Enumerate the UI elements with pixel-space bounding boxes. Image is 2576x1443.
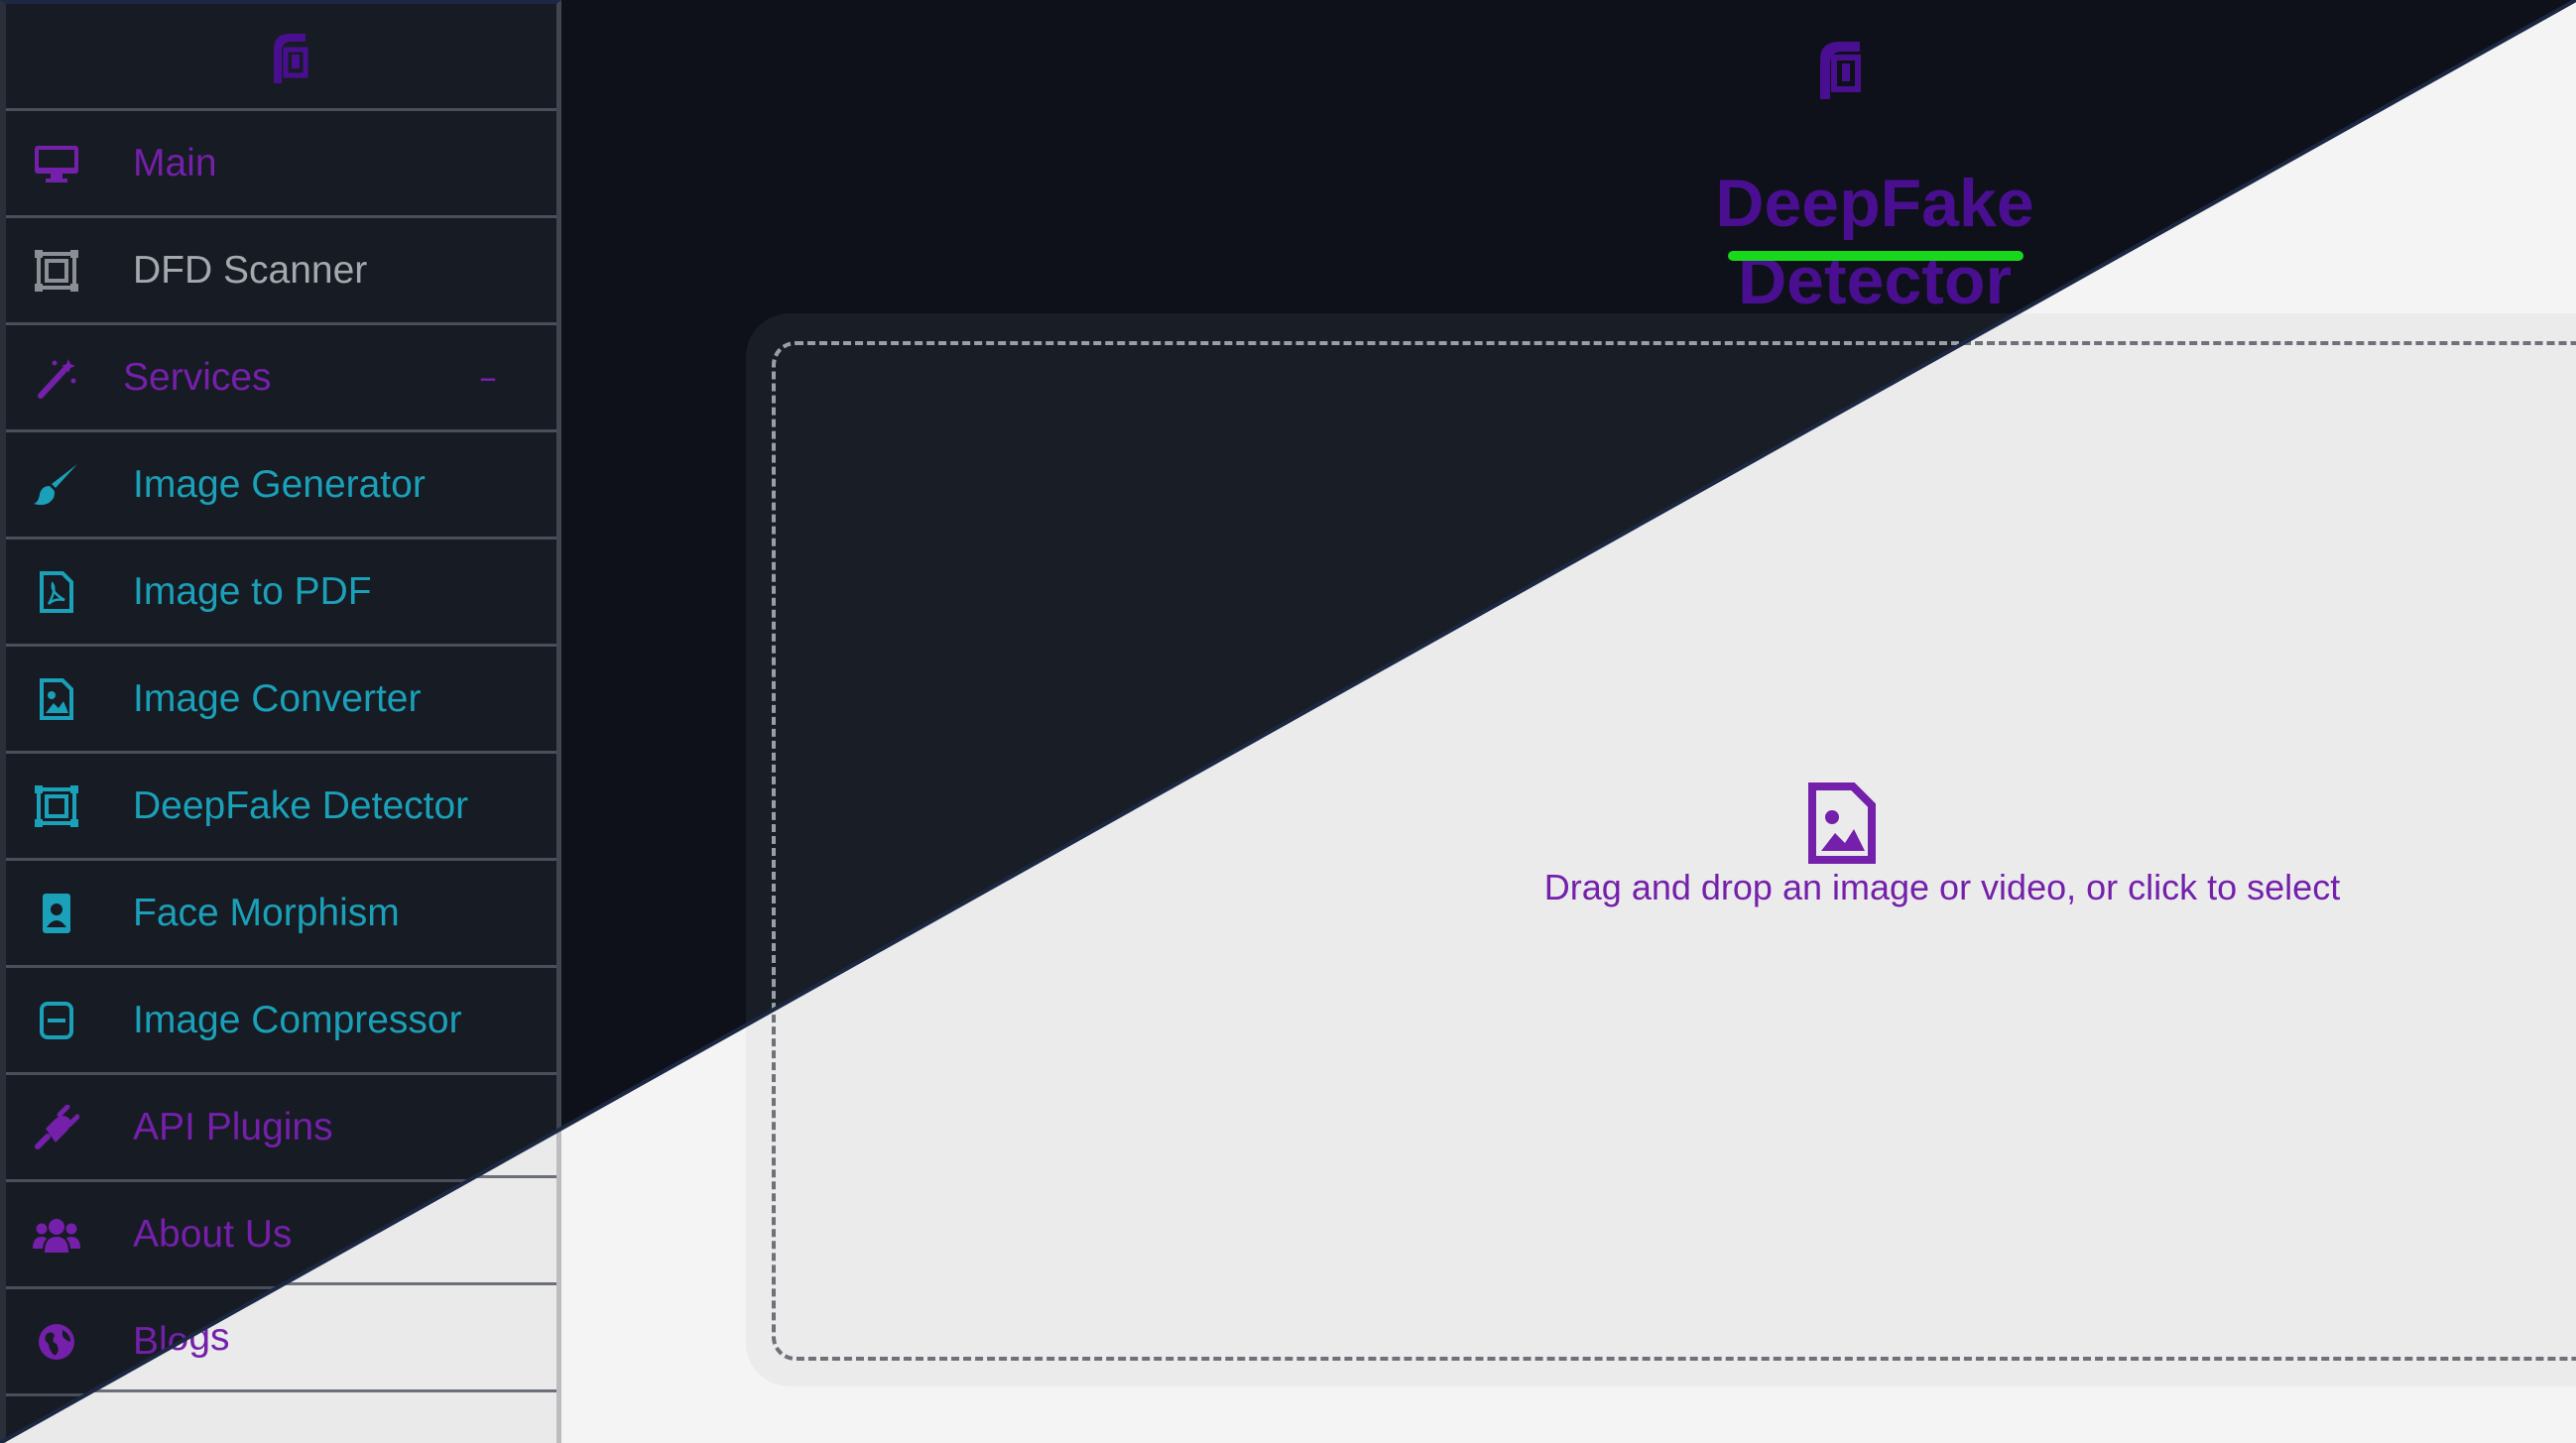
- sidebar-item-label: DeepFake Detector: [133, 783, 469, 827]
- monitor-icon: [30, 137, 83, 190]
- sidebar-item-label: Services: [123, 355, 272, 399]
- logo-icon: [1802, 42, 1861, 99]
- portrait-icon: [30, 887, 83, 940]
- sidebar-item-dfd-scanner[interactable]: DFD Scanner: [6, 218, 556, 325]
- sidebar-item-label: API Plugins: [133, 1105, 333, 1148]
- magic-wand-icon: [30, 351, 83, 405]
- sidebar-item-label: Image Compressor: [133, 998, 462, 1041]
- logo-icon: [259, 33, 307, 83]
- sidebar-item-label: Image to PDF: [133, 569, 372, 613]
- sidebar-logo[interactable]: [6, 4, 556, 111]
- scanner-icon: [30, 780, 83, 833]
- paintbrush-icon: [30, 458, 83, 512]
- sidebar-item-label: Image Converter: [133, 676, 422, 720]
- users-icon: [30, 1208, 83, 1262]
- sidebar-item-image-converter[interactable]: Image Converter: [6, 647, 556, 754]
- sidebar-item-label: Image Generator: [133, 462, 426, 506]
- image-file-icon: [30, 672, 83, 726]
- sidebar-item-face-morphism[interactable]: Face Morphism: [6, 861, 556, 968]
- dropzone-text: Drag and drop an image or video, or clic…: [1543, 867, 2341, 907]
- sidebar-item-deepfake-detector[interactable]: DeepFake Detector: [6, 754, 556, 861]
- pdf-file-icon: [30, 565, 83, 619]
- sidebar-item-label: Main: [133, 141, 217, 184]
- sidebar-item-services[interactable]: Services –: [6, 325, 556, 432]
- globe-icon: [30, 1315, 83, 1369]
- sidebar-item-main[interactable]: Main: [6, 111, 556, 218]
- compress-icon: [30, 994, 83, 1047]
- sidebar-item-label: DFD Scanner: [133, 248, 368, 292]
- image-file-icon: [1808, 782, 1876, 864]
- sidebar-item-image-compressor[interactable]: Image Compressor: [6, 968, 556, 1075]
- collapse-toggle-icon[interactable]: –: [479, 357, 497, 398]
- sidebar-item-image-generator[interactable]: Image Generator: [6, 432, 556, 540]
- scanner-icon: [30, 244, 83, 298]
- sidebar-item-label: About Us: [133, 1212, 293, 1256]
- sidebar-item-api-plugins[interactable]: API Plugins: [6, 1075, 556, 1182]
- sidebar-item-label: Face Morphism: [133, 891, 400, 934]
- title-underline: [1728, 251, 2024, 261]
- plug-icon: [30, 1101, 83, 1154]
- sidebar-item-image-to-pdf[interactable]: Image to PDF: [6, 540, 556, 647]
